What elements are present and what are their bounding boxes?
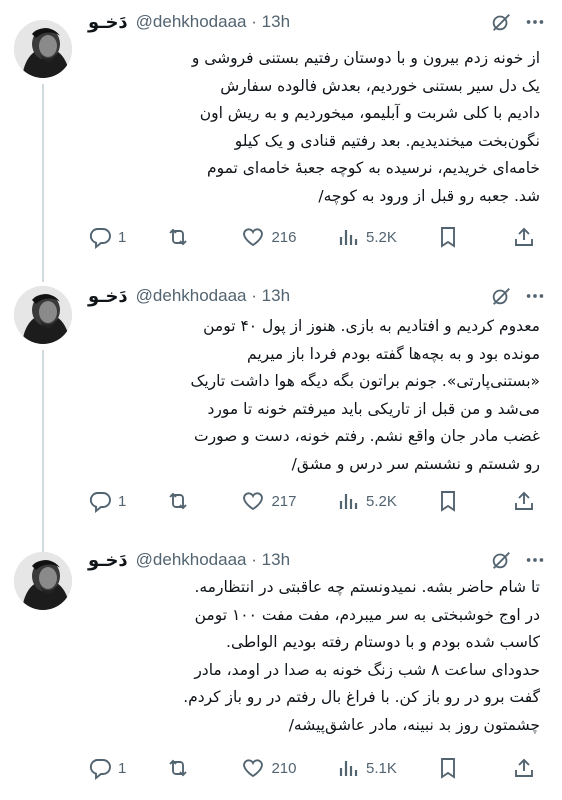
- bookmark-icon: [441, 758, 456, 779]
- reply-button[interactable]: 1: [88, 225, 126, 249]
- share-icon: [515, 758, 533, 777]
- more-options-icon[interactable]: [522, 285, 548, 307]
- grok-icon[interactable]: [488, 11, 514, 33]
- share-button[interactable]: [512, 225, 548, 249]
- grok-icon[interactable]: [488, 285, 514, 307]
- reply-button[interactable]: 1: [88, 489, 126, 513]
- tweet[interactable]: دَخـو @dehkhodaaa · 13h تا شام حاضر بشه.…: [0, 536, 562, 800]
- tweet[interactable]: دَخـو @dehkhodaaa · 13h معدوم کردیم و اف…: [0, 268, 562, 536]
- retweet-icon: [169, 759, 187, 777]
- share-button[interactable]: [512, 489, 548, 513]
- reply-count: 1: [118, 759, 127, 777]
- tweet-thread: دَخـو @dehkhodaaa · 13h از خونه زدم بیرو…: [0, 0, 562, 800]
- heart-icon: [243, 228, 264, 247]
- views-count: 5.2K: [366, 492, 397, 510]
- handle-text: @dehkhodaaa: [135, 550, 247, 569]
- handle-text: @dehkhodaaa: [135, 286, 247, 305]
- action-bar: 1 217 5.2K: [88, 488, 548, 514]
- like-count: 210: [271, 759, 297, 777]
- retweet-button[interactable]: [166, 489, 202, 513]
- retweet-icon: [169, 492, 187, 510]
- avatar[interactable]: [14, 286, 72, 344]
- share-icon: [515, 227, 533, 246]
- views-button[interactable]: 5.2K: [336, 489, 397, 513]
- views-chart-icon: [339, 761, 358, 776]
- views-count: 5.2K: [366, 228, 397, 246]
- tweet[interactable]: دَخـو @dehkhodaaa · 13h از خونه زدم بیرو…: [0, 0, 562, 268]
- retweet-button[interactable]: [166, 756, 202, 780]
- display-name[interactable]: دَخـو: [88, 286, 128, 307]
- action-bar: 1 210 5.1K: [88, 755, 548, 781]
- share-button[interactable]: [512, 756, 548, 780]
- timestamp[interactable]: 13h: [262, 12, 290, 31]
- share-icon: [515, 491, 533, 510]
- views-button[interactable]: 5.1K: [336, 756, 397, 780]
- reply-icon: [89, 228, 111, 249]
- separator-dot: ·: [251, 550, 257, 569]
- separator-dot: ·: [251, 286, 257, 305]
- bookmark-icon: [441, 491, 456, 512]
- reply-count: 1: [118, 228, 127, 246]
- retweet-button[interactable]: [166, 225, 202, 249]
- reply-icon: [89, 492, 111, 513]
- user-handle[interactable]: @dehkhodaaa · 13h: [136, 286, 290, 306]
- reply-button[interactable]: 1: [88, 756, 126, 780]
- like-button[interactable]: 216: [241, 225, 296, 249]
- separator-dot: ·: [251, 12, 257, 31]
- tweet-text: تا شام حاضر بشه. نمیدونستم چه عاقبتی در …: [183, 578, 540, 734]
- reply-count: 1: [118, 492, 127, 510]
- grok-icon[interactable]: [488, 549, 514, 571]
- heart-icon: [243, 492, 264, 511]
- user-handle[interactable]: @dehkhodaaa · 13h: [136, 12, 290, 32]
- bookmark-button[interactable]: [436, 225, 472, 249]
- like-button[interactable]: 210: [241, 756, 296, 780]
- action-bar: 1 216 5.2K: [88, 224, 548, 250]
- timestamp[interactable]: 13h: [262, 286, 290, 305]
- user-handle[interactable]: @dehkhodaaa · 13h: [136, 550, 290, 570]
- like-button[interactable]: 217: [241, 489, 296, 513]
- display-name[interactable]: دَخـو: [88, 550, 128, 571]
- views-button[interactable]: 5.2K: [336, 225, 397, 249]
- like-count: 217: [271, 492, 297, 510]
- tweet-text: از خونه زدم بیرون و با دوستان رفتیم بستن…: [191, 49, 540, 205]
- more-options-icon[interactable]: [522, 549, 548, 571]
- more-options-icon[interactable]: [522, 11, 548, 33]
- handle-text: @dehkhodaaa: [135, 12, 247, 31]
- timestamp[interactable]: 13h: [262, 550, 290, 569]
- bookmark-icon: [441, 227, 456, 248]
- bookmark-button[interactable]: [436, 489, 472, 513]
- views-chart-icon: [339, 230, 358, 245]
- tweet-header: دَخـو @dehkhodaaa · 13h: [88, 284, 548, 308]
- views-count: 5.1K: [366, 759, 397, 777]
- avatar[interactable]: [14, 20, 72, 78]
- like-count: 216: [271, 228, 297, 246]
- tweet-header: دَخـو @dehkhodaaa · 13h: [88, 548, 548, 572]
- heart-icon: [243, 759, 264, 778]
- reply-icon: [89, 759, 111, 780]
- bookmark-button[interactable]: [436, 756, 472, 780]
- retweet-icon: [169, 228, 187, 246]
- display-name[interactable]: دَخـو: [88, 12, 128, 33]
- views-chart-icon: [339, 494, 358, 509]
- tweet-header: دَخـو @dehkhodaaa · 13h: [88, 10, 548, 34]
- avatar[interactable]: [14, 552, 72, 610]
- tweet-text: معدوم کردیم و افتادیم به بازی. هنوز از پ…: [190, 317, 540, 473]
